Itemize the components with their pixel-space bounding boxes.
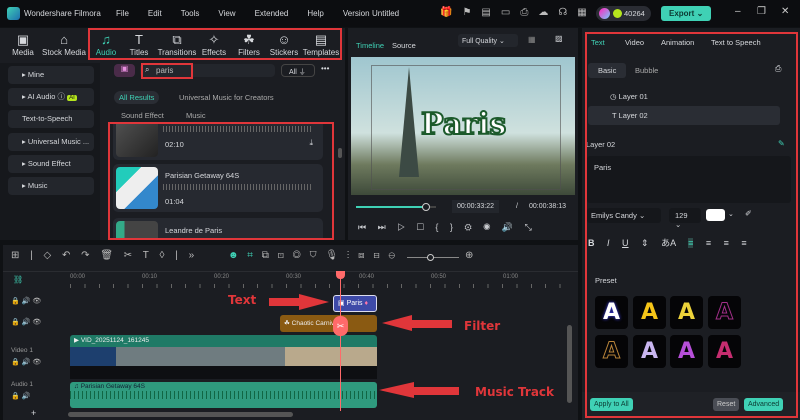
playback-controls[interactable]: ⏮ ⏭ ▷ ☐ { } ⚙ ◉ 🔊 ⤡ [358,222,532,233]
scissors-icon: ✂ [333,316,348,336]
sidebar-item-sound-effect[interactable]: ▸ Sound Effect [8,155,94,173]
audio-track-label: Audio 1 [11,381,34,388]
tab-media[interactable]: ▣ Media [1,32,45,57]
track-controls[interactable]: 🔒 🔊 👁 [11,318,41,326]
highlight-tabs [88,28,342,60]
playhead[interactable]: ✂ [333,271,348,411]
arrow-head [299,294,329,310]
timeline-toolbar[interactable]: ⊞ | ◇ ↶ ↷ 🗑 ✂ T ◊ | » [11,250,194,261]
horizontal-scrollbar[interactable] [68,412,293,417]
track-controls[interactable]: 🔒 🔊 👁 [11,297,41,305]
export-button[interactable]: Export ⌄ [661,6,711,21]
preview-panel: Timeline Source Full Quality ⌄ ▦ ▨ Paris… [348,28,578,240]
menu-extended[interactable]: Extended [255,9,289,18]
menu-bar: File Edit Tools View Extended Help Version [116,9,389,18]
sidebar-item-text-to-speech[interactable]: Text-to-Speech [8,110,94,128]
minimize-icon[interactable]: – [735,6,741,17]
zoom-in-icon[interactable]: ⊕ [465,250,473,261]
zoom-slider[interactable] [407,254,459,261]
timeline-tools[interactable]: ☻ ⌗ ⧉ ⊡ ◎ ⛉ 🎙 ⫶ ⧈ ⊟ ⊖ [228,250,395,261]
sidebar-item-mine[interactable]: ▸ Mine [8,66,94,84]
audio-waveform [70,391,377,399]
scrollbar[interactable] [338,148,342,158]
properties-panel: Text Video Animation Text to Speech Basi… [582,28,800,420]
highlight-search [141,63,193,79]
title-toolbar-icons[interactable]: 🎁⚑▤▭⎙☁☊▦ [440,7,597,18]
close-icon[interactable]: ✕ [781,6,789,17]
tab-all-results[interactable]: All Results [114,91,160,104]
playback-slider[interactable] [356,203,436,211]
add-track-icon[interactable]: + [31,408,36,418]
sidebar-item-music[interactable]: ▸ Music [8,177,94,195]
total-time: 00:00:38:13 [529,203,566,210]
sidebar-item-ai-audio[interactable]: ▸ AI Audio ⓘ AI [8,88,94,106]
sidebar: ▸ Mine ▸ AI Audio ⓘ AI Text-to-Speech ▸ … [0,63,100,240]
tab-music[interactable]: Music [186,111,206,120]
vertical-scrollbar[interactable] [567,325,572,403]
export-label: Export [669,9,695,18]
link-icon: ⛓ [13,275,24,284]
arrow-icon [382,315,412,331]
quality-dropdown[interactable]: Full Quality ⌄ [458,34,518,47]
timeline-panel: ⊞ | ◇ ↶ ↷ 🗑 ✂ T ◊ | » ☻ ⌗ ⧉ ⊡ ◎ ⛉ 🎙 ⫶ ⧈ … [3,245,578,420]
filter-clip[interactable]: ☘ Chaotic Carniv... [280,315,377,332]
ruler[interactable]: ⛓ 00:00 00:10 00:20 00:30 00:40 00:50 01… [3,271,578,289]
ai-badge: AI [67,95,77,101]
title-bar: Wondershare Filmora File Edit Tools View Ext… [0,0,800,27]
project-title: Untitled [372,9,400,18]
sidebar-item-universal-music[interactable]: ▸ Universal Music ... [8,133,94,151]
library-panel: ▣ Media ⌂ Stock Media ♫ Audio T Titles ⧉ Tran… [0,28,345,240]
tab-sound-effect[interactable]: Sound Effect [121,111,164,120]
grid-icon[interactable]: ▦ [528,35,536,44]
playback-progress [356,206,427,208]
app-name: Wondershare Filmora [24,9,101,18]
audio-clip[interactable]: ♫ Parisian Getaway 64S [70,382,377,408]
track-controls[interactable]: 🔒 🔊 👁 [11,358,41,366]
menu-edit[interactable]: Edit [148,9,162,18]
arrow-icon [379,382,414,398]
filter-dropdown[interactable]: All ⏚ [281,64,315,77]
menu-view[interactable]: View [218,9,235,18]
more-icon[interactable]: ••• [321,64,329,73]
overlay-text[interactable]: Paris [420,106,507,143]
track-controls[interactable]: 🔒 🔊 [11,392,30,400]
credits-count: 40264 [624,9,645,18]
ai-music-button[interactable]: ▣ [114,64,135,77]
current-time: 00:00:33:22 [452,200,499,213]
annotation-text-label: Text [228,293,257,307]
restore-icon[interactable]: ❐ [757,6,766,17]
menu-tools[interactable]: Tools [181,9,200,18]
tab-timeline[interactable]: Timeline [356,41,384,50]
video-preview[interactable]: Paris [351,57,575,195]
menu-version[interactable]: Version [343,9,370,18]
coin-icon [613,9,622,18]
tab-stock-media[interactable]: ⌂ Stock Media [40,32,88,57]
tab-source[interactable]: Source [392,41,416,50]
credits-badge[interactable]: 40264 [596,6,651,21]
annotation-music-label: Music Track [475,385,555,399]
annotation-filter-label: Filter [464,319,501,333]
video-thumbnails [70,347,377,366]
tab-universal-music[interactable]: Universal Music for Creators [179,93,274,102]
snapshot-view-icon[interactable]: ▨ [555,34,563,43]
highlight-properties [585,32,798,418]
highlight-results [108,122,334,240]
arrow-icon [269,298,299,306]
time-separator: / [516,203,518,210]
video-clip[interactable]: ▶ VID_20251124_161245 [70,335,377,379]
video-track-label: Video 1 [11,347,33,354]
menu-help[interactable]: Help [307,9,323,18]
menu-file[interactable]: File [116,9,129,18]
avatar[interactable] [599,8,610,19]
filmora-logo-icon [7,7,20,20]
